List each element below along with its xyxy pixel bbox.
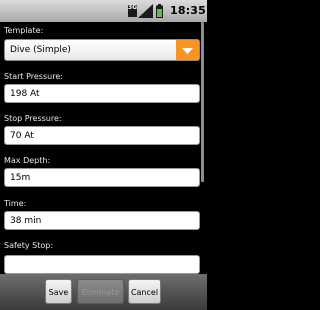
- scrollbar[interactable]: [201, 22, 204, 182]
- network-3g-icon: 3G: [128, 5, 137, 17]
- template-select[interactable]: Dive (Simple): [4, 39, 200, 61]
- template-select-value: Dive (Simple): [10, 45, 71, 55]
- status-bar: 3G 18:35: [0, 0, 207, 22]
- bottom-button-bar: Save Eliminate Cancel: [0, 274, 207, 310]
- safety-stop-field[interactable]: [4, 255, 200, 274]
- max-depth-label: Max Depth:: [4, 156, 51, 165]
- start-pressure-field[interactable]: 198 At: [4, 84, 200, 103]
- time-label: Time:: [4, 199, 27, 208]
- stop-pressure-field[interactable]: 70 At: [4, 126, 200, 145]
- start-pressure-label: Start Pressure:: [4, 72, 63, 81]
- signal-icon: [138, 4, 153, 18]
- safety-stop-label: Safety Stop:: [4, 241, 54, 250]
- max-depth-value: 15m: [10, 173, 31, 183]
- cancel-button[interactable]: Cancel: [128, 279, 161, 304]
- stop-pressure-value: 70 At: [10, 131, 34, 141]
- chevron-down-icon: [182, 48, 193, 54]
- template-label: Template:: [4, 26, 44, 35]
- time-field[interactable]: 38 min: [4, 211, 200, 230]
- dive-form: Template: Dive (Simple) Start Pressure: …: [0, 22, 207, 274]
- clock: 18:35: [170, 4, 207, 17]
- dropdown-button[interactable]: [176, 40, 199, 60]
- save-button[interactable]: Save: [45, 279, 72, 304]
- start-pressure-value: 198 At: [10, 89, 40, 99]
- time-value: 38 min: [10, 216, 42, 226]
- max-depth-field[interactable]: 15m: [4, 168, 200, 187]
- stop-pressure-label: Stop Pressure:: [4, 114, 62, 123]
- battery-icon: [156, 4, 163, 18]
- eliminate-button[interactable]: Eliminate: [77, 279, 124, 304]
